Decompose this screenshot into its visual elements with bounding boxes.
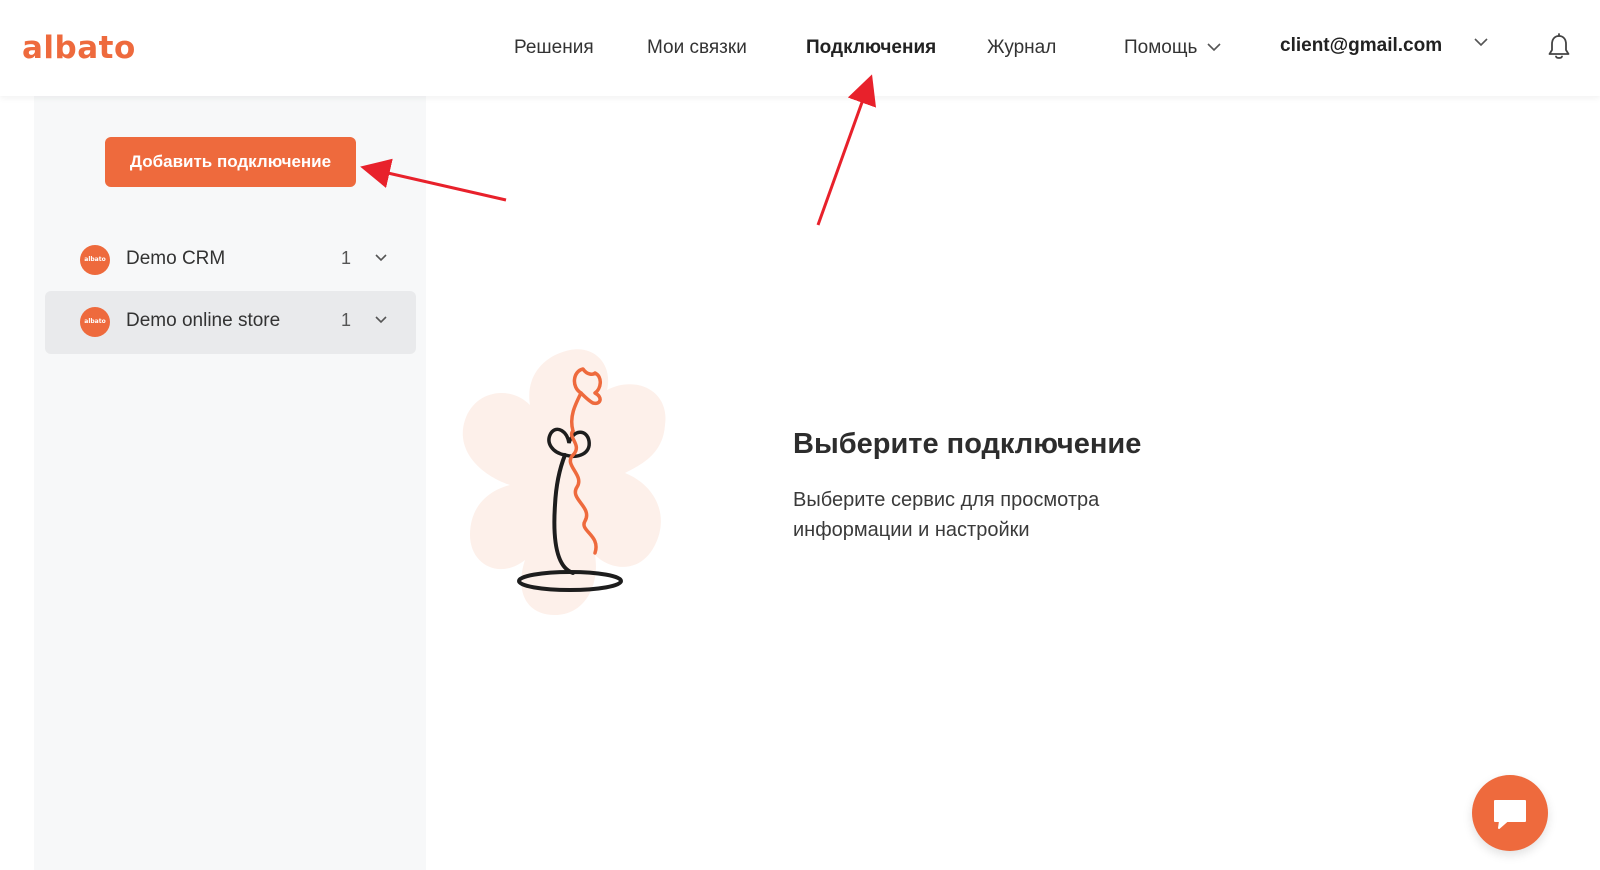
connection-name: Demo online store	[126, 310, 281, 331]
sidebar	[34, 96, 426, 870]
annotation-arrow	[816, 74, 877, 226]
connection-item-demo-crm[interactable]: albato Demo CRM 1	[45, 229, 416, 292]
chevron-down-icon[interactable]	[375, 254, 387, 262]
connection-count: 1	[341, 248, 352, 268]
empty-state-title: Выберите подключение	[793, 428, 1142, 460]
connection-count: 1	[341, 310, 352, 330]
nav-my-bundles[interactable]: Мои связки	[647, 36, 747, 60]
nav-connections[interactable]: Подключения	[806, 36, 936, 60]
bell-icon[interactable]	[1547, 33, 1571, 61]
nav-help-label: Помощь	[1124, 37, 1198, 58]
empty-state-text: Выберите сервис для просмотра информации…	[793, 489, 1100, 541]
flower-illustration	[462, 349, 666, 615]
nav-solutions[interactable]: Решения	[514, 36, 594, 60]
albato-logo[interactable]: albato	[22, 28, 136, 68]
chevron-down-icon	[1207, 43, 1221, 52]
chat-icon	[1494, 800, 1526, 829]
chat-button[interactable]	[1472, 775, 1548, 851]
add-connection-button[interactable]: Добавить подключение	[105, 137, 356, 187]
connection-name: Demo CRM	[126, 248, 226, 269]
connection-avatar: albato	[80, 245, 110, 275]
chevron-down-icon[interactable]	[375, 316, 387, 324]
top-header: albato Решения Мои связки Подключения Жу…	[0, 0, 1600, 96]
nav-help[interactable]: Помощь	[1124, 36, 1221, 60]
nav-journal[interactable]: Журнал	[987, 36, 1056, 60]
user-email[interactable]: client@gmail.com	[1280, 35, 1442, 57]
chevron-down-icon[interactable]	[1474, 38, 1488, 47]
connection-item-demo-online-store[interactable]: albato Demo online store 1	[45, 291, 416, 354]
connection-avatar: albato	[80, 307, 110, 337]
